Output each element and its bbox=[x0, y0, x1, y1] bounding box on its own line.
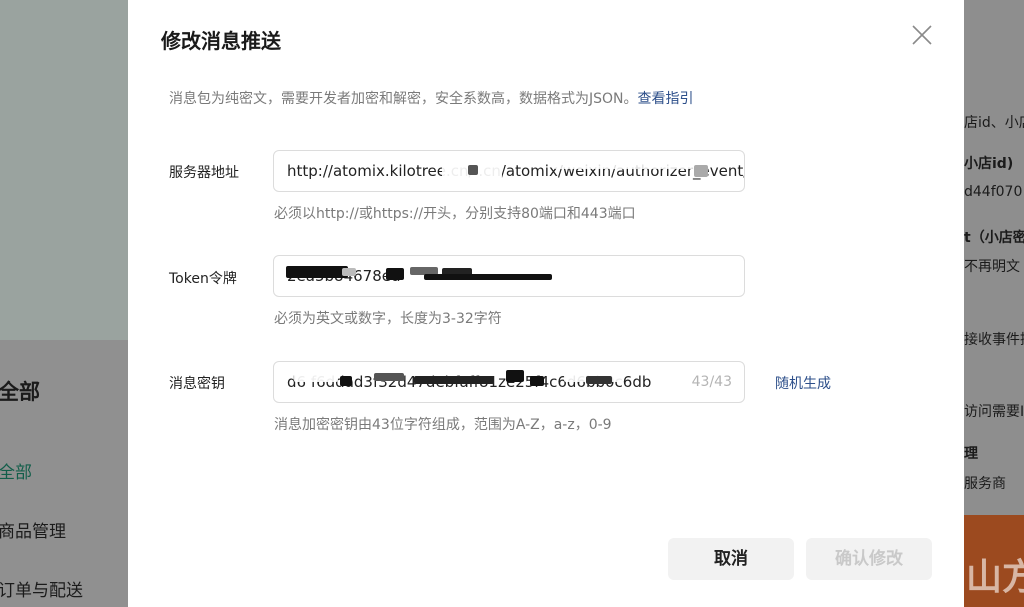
edit-message-push-dialog: 修改消息推送 消息包为纯密文，需要开发者加密和解密，安全系数高，数据格式为JSO… bbox=[128, 0, 964, 607]
view-guide-link[interactable]: 查看指引 bbox=[638, 91, 694, 107]
dialog-description: 消息包为纯密文，需要开发者加密和解密，安全系数高，数据格式为JSON。查看指引 bbox=[169, 88, 694, 108]
redaction-mark bbox=[386, 268, 404, 280]
right-panel-line: d44f070 bbox=[964, 184, 1023, 200]
server-url-label: 服务器地址 bbox=[169, 165, 239, 181]
right-panel-line: 店id、小店 bbox=[964, 115, 1024, 131]
right-panel-line: 理 bbox=[964, 446, 978, 462]
cancel-button[interactable]: 取消 bbox=[668, 538, 794, 580]
redaction-mark bbox=[342, 268, 356, 276]
nav-category-title: 全部 bbox=[0, 380, 40, 404]
right-panel-line: t（小店密 bbox=[964, 230, 1024, 246]
dialog-title: 修改消息推送 bbox=[161, 29, 281, 53]
redaction-mark bbox=[286, 266, 348, 278]
aes-key-label: 消息密钥 bbox=[169, 376, 225, 392]
close-icon[interactable] bbox=[910, 23, 934, 47]
background-right-panel: 店id、小店 小店id) d44f070 t（小店密 不再明文 接收事件推 访问… bbox=[964, 0, 1024, 607]
redaction-mark bbox=[468, 165, 478, 175]
right-panel-line: 访问需要IP bbox=[964, 404, 1024, 420]
server-url-hint: 必须以http://或https://开头，分别支持80端口和443端口 bbox=[274, 206, 636, 222]
token-label: Token令牌 bbox=[169, 271, 237, 287]
redaction-mark bbox=[694, 165, 708, 177]
aes-key-counter: 43/43 bbox=[691, 374, 732, 390]
right-panel-line: 接收事件推 bbox=[964, 332, 1024, 348]
redaction-mark bbox=[506, 370, 524, 382]
server-url-input[interactable]: http://atomix.kilotree.cn/ .cn/atomix/we… bbox=[273, 150, 745, 192]
redaction-mark bbox=[374, 373, 404, 381]
redaction-mark bbox=[340, 376, 352, 386]
nav-item-products[interactable]: 商品管理 bbox=[0, 517, 66, 542]
redaction-mark bbox=[554, 159, 694, 169]
aes-key-hint: 消息加密密钥由43位字符组成，范围为A-Z，a-z，0-9 bbox=[274, 417, 612, 433]
promo-banner-text: 山方 bbox=[966, 557, 1024, 598]
redaction-mark bbox=[414, 376, 494, 384]
aes-key-input[interactable]: d6 f6ddad3f32d47debfaff81ze25f4c6d6bb0c6… bbox=[273, 361, 745, 403]
redaction-mark bbox=[530, 376, 544, 386]
token-hint: 必须为英文或数字，长度为3-32字符 bbox=[274, 311, 502, 327]
confirm-edit-button[interactable]: 确认修改 bbox=[806, 538, 932, 580]
generate-random-key-button[interactable]: 随机生成 bbox=[775, 373, 831, 393]
right-panel-line: 服务商 bbox=[964, 476, 1006, 492]
right-panel-line: 不再明文 bbox=[964, 259, 1020, 275]
nav-item-orders[interactable]: 订单与配送 bbox=[0, 576, 83, 601]
redaction-mark bbox=[294, 372, 338, 382]
nav-item-all[interactable]: 全部 bbox=[0, 458, 32, 483]
redaction-mark bbox=[424, 274, 552, 280]
redaction-mark bbox=[474, 264, 614, 274]
redaction-mark bbox=[586, 376, 612, 384]
description-text: 消息包为纯密文，需要开发者加密和解密，安全系数高，数据格式为JSON。 bbox=[169, 91, 638, 107]
token-input[interactable]: 2ea5b84678ed bbox=[273, 255, 745, 297]
right-panel-line: 小店id) bbox=[964, 156, 1014, 172]
